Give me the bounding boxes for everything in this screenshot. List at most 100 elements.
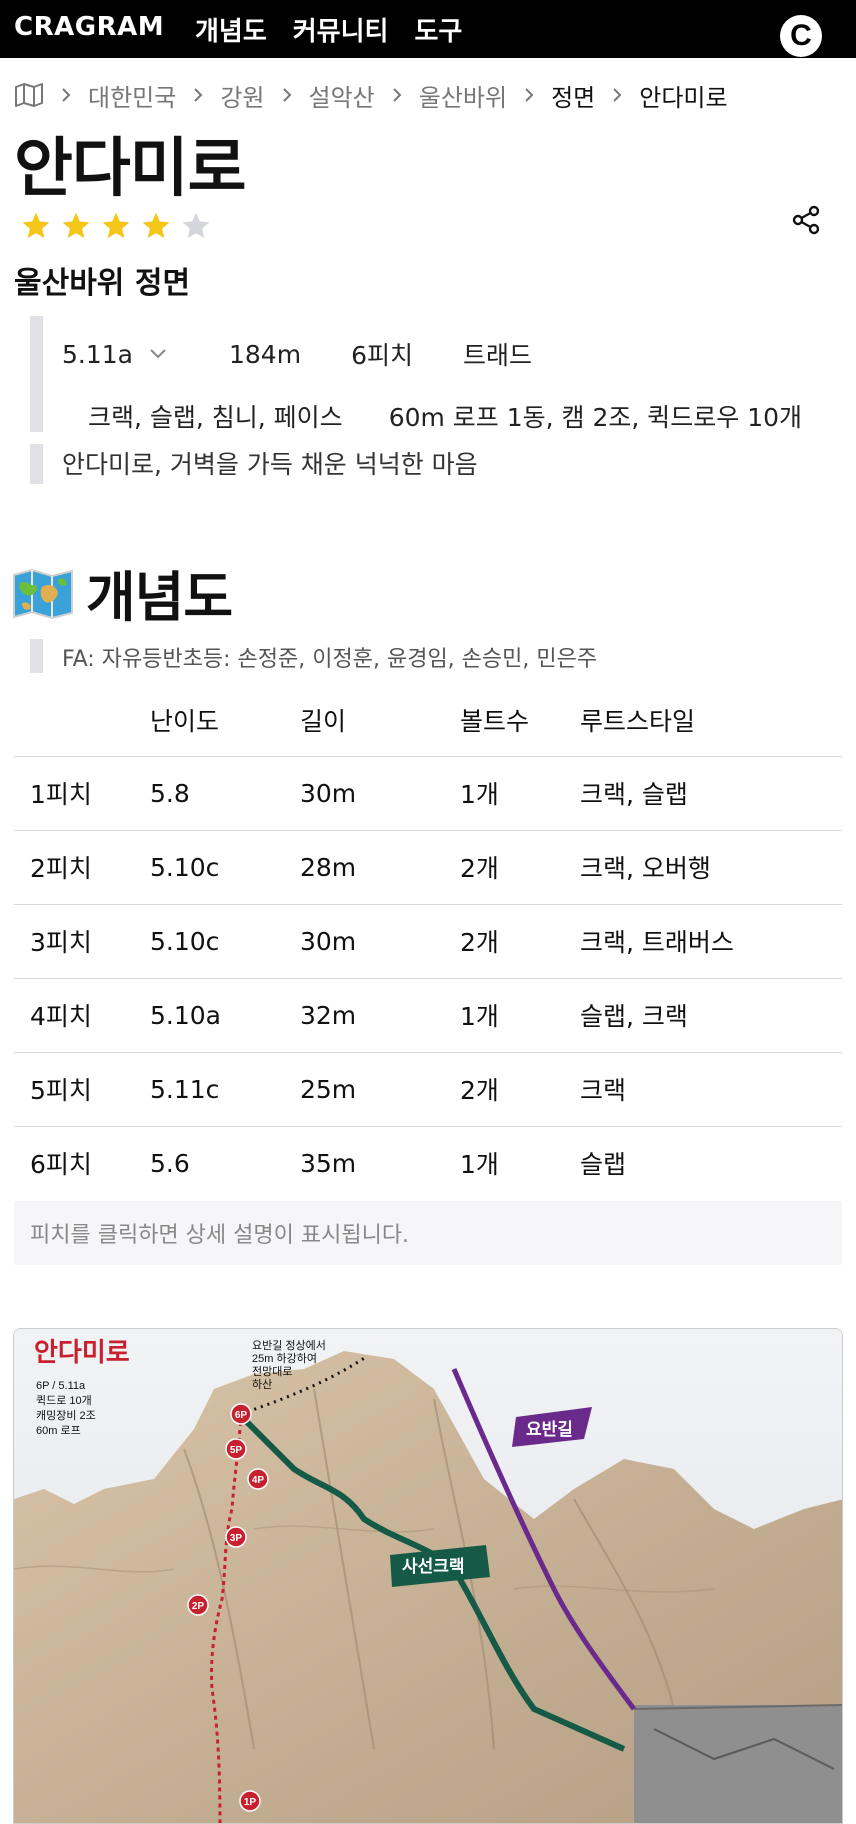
star-filled-icon bbox=[22, 212, 50, 238]
pitch-length: 28m bbox=[300, 829, 460, 904]
pitch-style: 크랙 bbox=[580, 1051, 842, 1126]
chevron-down-icon bbox=[150, 349, 166, 359]
chevron-right-icon bbox=[612, 87, 622, 103]
nav-item-tools[interactable]: 도구 bbox=[414, 11, 462, 48]
pitch-marker-label: 3P bbox=[230, 1533, 243, 1544]
pitch-number: 1피치 bbox=[14, 755, 150, 830]
map-emoji-icon bbox=[13, 568, 73, 619]
chevron-right-icon bbox=[61, 87, 71, 103]
breadcrumb: 대한민국 강원 설악산 울산바위 정면 안다미로 bbox=[14, 78, 728, 112]
pitch-marker[interactable]: 3P bbox=[225, 1526, 247, 1548]
pitch-bolts: 2개 bbox=[460, 1051, 580, 1126]
info-quote-bar bbox=[30, 316, 43, 432]
route-features: 크랙, 슬랩, 침니, 페이스 bbox=[88, 403, 343, 432]
pitch-grade: 5.11c bbox=[150, 1051, 300, 1126]
green-route-label-text: 사선크랙 bbox=[402, 1557, 465, 1576]
pitch-style: 크랙, 슬랩 bbox=[580, 755, 842, 830]
purple-route-label-text: 요반길 bbox=[526, 1420, 573, 1439]
column-header-style: 루트스타일 bbox=[580, 706, 696, 736]
grade-select[interactable]: 5.11a bbox=[62, 340, 167, 369]
pitch-number: 3피치 bbox=[14, 903, 150, 978]
pitch-length: 30m bbox=[300, 903, 460, 978]
descent-note-line: 요반길 정상에서 bbox=[252, 1339, 326, 1352]
top-nav-bar: CRAGRAM 개념도 커뮤니티 도구 C bbox=[0, 0, 856, 58]
pitch-bolts: 2개 bbox=[460, 903, 580, 978]
column-header-pitch bbox=[14, 684, 150, 756]
pitch-marker[interactable]: 1P bbox=[239, 1790, 261, 1812]
route-wall-name: 울산바위 정면 bbox=[14, 266, 191, 301]
pitch-number: 2피치 bbox=[14, 829, 150, 904]
pitch-row[interactable]: 4피치 5.10a 32m 1개 슬랩, 크랙 bbox=[14, 977, 842, 1052]
pitch-row[interactable]: 5피치 5.11c 25m 2개 크랙 bbox=[14, 1051, 842, 1126]
account-logo-icon[interactable]: C bbox=[778, 10, 826, 62]
main-nav: 개념도 커뮤니티 도구 bbox=[195, 11, 462, 48]
nav-item-topo[interactable]: 개념도 bbox=[195, 11, 267, 48]
breadcrumb-mountain[interactable]: 설악산 bbox=[309, 78, 375, 113]
column-header-bolts: 볼트수 bbox=[460, 706, 530, 736]
pitch-bolts: 1개 bbox=[460, 755, 580, 830]
pitch-marker[interactable]: 6P bbox=[230, 1403, 252, 1425]
pitch-number: 6피치 bbox=[14, 1125, 150, 1200]
pitch-grade: 5.8 bbox=[150, 755, 300, 830]
logo-letter: C bbox=[790, 19, 812, 52]
pitch-table: 난이도 길이 볼트수 루트스타일 1피치 5.8 30m 1개 크랙, 슬랩 2… bbox=[14, 684, 842, 1200]
pitch-table-header: 난이도 길이 볼트수 루트스타일 bbox=[14, 684, 842, 756]
brand-logo-text[interactable]: CRAGRAM bbox=[14, 12, 164, 42]
pitch-marker[interactable]: 2P bbox=[187, 1594, 209, 1616]
pitch-style: 슬랩 bbox=[580, 1125, 842, 1200]
pitch-grade: 5.10c bbox=[150, 829, 300, 904]
fa-quote-bar bbox=[30, 639, 43, 673]
pitch-row[interactable]: 3피치 5.10c 30m 2개 크랙, 트래버스 bbox=[14, 903, 842, 978]
route-title: 안다미로 bbox=[14, 132, 247, 206]
pitch-length: 25m bbox=[300, 1051, 460, 1126]
descent-note-line: 25m 하강하여 bbox=[252, 1351, 317, 1365]
route-length: 184m bbox=[228, 339, 302, 369]
breadcrumb-crag[interactable]: 울산바위 bbox=[419, 78, 507, 113]
pitch-click-hint: 피치를 클릭하면 상세 설명이 표시됩니다. bbox=[14, 1201, 842, 1265]
share-icon[interactable] bbox=[790, 204, 822, 236]
chevron-right-icon bbox=[193, 87, 203, 103]
nav-item-community[interactable]: 커뮤니티 bbox=[293, 11, 389, 48]
pitch-grade: 5.10a bbox=[150, 977, 300, 1052]
pitch-marker-label: 1P bbox=[244, 1797, 257, 1808]
pitch-length: 32m bbox=[300, 977, 460, 1052]
pitch-marker[interactable]: 5P bbox=[225, 1438, 247, 1460]
pitch-grade: 5.6 bbox=[150, 1125, 300, 1200]
pitch-length: 30m bbox=[300, 755, 460, 830]
pitch-row[interactable]: 1피치 5.8 30m 1개 크랙, 슬랩 bbox=[14, 755, 842, 830]
breadcrumb-region[interactable]: 강원 bbox=[220, 78, 264, 113]
star-filled-icon bbox=[142, 212, 170, 238]
star-empty-icon bbox=[182, 212, 210, 238]
route-style: 트래드 bbox=[462, 341, 532, 370]
star-rating bbox=[20, 210, 212, 242]
route-gear: 60m 로프 1동, 캠 2조, 퀵드로우 10개 bbox=[388, 403, 803, 432]
pitch-row[interactable]: 6피치 5.6 35m 1개 슬랩 bbox=[14, 1125, 842, 1200]
breadcrumb-wall[interactable]: 정면 bbox=[551, 78, 595, 113]
breadcrumb-route: 안다미로 bbox=[639, 83, 728, 112]
breadcrumb-country[interactable]: 대한민국 bbox=[88, 78, 176, 113]
topo-section-header: 개념도 bbox=[12, 553, 233, 632]
star-filled-icon bbox=[102, 212, 130, 238]
column-header-length: 길이 bbox=[300, 706, 347, 736]
topo-image[interactable]: 6P 5P 4P 3P 2P 1P 안다미로 6P / 5.11a 퀵드로 10개 캐밍장… bbox=[13, 1328, 843, 1824]
pitch-style: 크랙, 오버행 bbox=[580, 829, 842, 904]
route-description: 안다미로, 거벽을 가득 채운 넉넉한 마음 bbox=[62, 450, 478, 479]
pitch-style: 슬랩, 크랙 bbox=[580, 977, 842, 1052]
descent-note-line: 하산 bbox=[252, 1377, 272, 1391]
pitch-bolts: 1개 bbox=[460, 977, 580, 1052]
map-icon[interactable] bbox=[14, 82, 44, 108]
column-header-grade: 난이도 bbox=[150, 706, 220, 736]
pitch-marker-label: 5P bbox=[230, 1445, 243, 1456]
pitch-style: 크랙, 트래버스 bbox=[580, 903, 842, 978]
topo-info-line: 6P / 5.11a bbox=[36, 1380, 86, 1392]
route-pitch-count: 6피치 bbox=[351, 341, 413, 370]
chevron-right-icon bbox=[392, 87, 402, 103]
pitch-marker[interactable]: 4P bbox=[247, 1468, 269, 1490]
pitch-length: 35m bbox=[300, 1125, 460, 1200]
pitch-row[interactable]: 2피치 5.10c 28m 2개 크랙, 오버행 bbox=[14, 829, 842, 904]
inset-photo bbox=[634, 1705, 842, 1823]
chevron-right-icon bbox=[282, 87, 292, 103]
topo-title: 안다미로 bbox=[34, 1337, 130, 1367]
desc-quote-bar bbox=[30, 444, 43, 484]
descent-note-line: 전망대로 bbox=[252, 1365, 292, 1378]
